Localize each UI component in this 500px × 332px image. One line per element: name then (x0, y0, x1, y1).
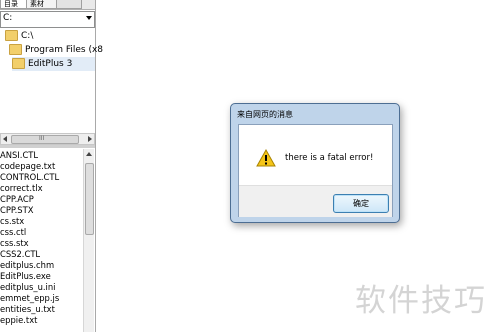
file-item[interactable]: CONTROL.CTL (0, 172, 59, 183)
drive-select[interactable]: C: (0, 11, 95, 28)
file-item[interactable]: ANSI.CTL (0, 150, 38, 161)
tree-horizontal-scrollbar[interactable]: III (0, 133, 95, 145)
file-item[interactable]: cs.stx (0, 216, 24, 227)
tab-extra[interactable] (56, 0, 82, 9)
folder-icon (5, 30, 18, 41)
tree-item-editplus[interactable]: EditPlus 3 (12, 57, 95, 71)
scroll-left-icon[interactable] (3, 136, 7, 142)
file-item[interactable]: emmet_epp.js (0, 293, 59, 304)
scrollbar-thumb[interactable] (85, 163, 94, 235)
file-item[interactable]: CPP.ACP (0, 194, 34, 205)
alert-dialog: 来自网页的消息 there is a fatal error! 确定 (230, 103, 400, 223)
panel-splitter[interactable] (0, 145, 95, 148)
dialog-title: 来自网页的消息 (237, 110, 293, 119)
tree-item-label: EditPlus 3 (28, 59, 73, 69)
file-item[interactable]: CSS2.CTL (0, 249, 40, 260)
file-item[interactable]: css.stx (0, 238, 29, 249)
scrollbar-grip: III (39, 135, 45, 142)
drive-select-value: C: (3, 13, 13, 23)
dialog-body: there is a fatal error! 确定 (238, 124, 393, 217)
file-item[interactable]: correct.tlx (0, 183, 43, 194)
tree-item-c-drive[interactable]: C:\ (5, 29, 33, 43)
file-item[interactable]: CPP.STX (0, 205, 33, 216)
file-list-vertical-scrollbar[interactable] (83, 149, 94, 332)
scroll-up-icon[interactable] (86, 152, 92, 156)
watermark: 软件技巧 (355, 283, 487, 319)
folder-tree: C:\ Program Files (x8 EditPlus 3 (0, 29, 103, 131)
chevron-down-icon[interactable] (86, 16, 92, 20)
tab-clip[interactable]: 素材 (26, 0, 60, 9)
dialog-message: there is a fatal error! (285, 153, 374, 163)
file-item[interactable]: css.ctl (0, 227, 26, 238)
panel-tabs: 目录 素材 (0, 0, 95, 10)
scroll-right-icon[interactable] (88, 136, 92, 142)
file-list: ANSI.CTL codepage.txt CONTROL.CTL correc… (0, 149, 82, 332)
folder-icon (12, 58, 25, 69)
tree-item-label: C:\ (21, 31, 34, 41)
file-item[interactable]: codepage.txt (0, 161, 55, 172)
ok-button[interactable]: 确定 (333, 194, 389, 213)
file-item[interactable]: editplus_u.ini (0, 282, 56, 293)
tree-item-program-files[interactable]: Program Files (x8 (9, 43, 103, 57)
warning-icon (256, 148, 276, 170)
folder-icon (9, 44, 22, 55)
scrollbar-thumb[interactable] (11, 135, 79, 144)
file-item[interactable]: entities_u.txt (0, 304, 55, 315)
file-browser-panel: 目录 素材 C: C:\ Program Files (x8 EditPlus … (0, 0, 103, 332)
file-item[interactable]: eppie.txt (0, 315, 37, 326)
file-item[interactable]: EditPlus.exe (0, 271, 51, 282)
tree-item-label: Program Files (x8 (25, 45, 104, 55)
file-item[interactable]: editplus.chm (0, 260, 54, 271)
dialog-footer: 确定 (239, 185, 392, 217)
